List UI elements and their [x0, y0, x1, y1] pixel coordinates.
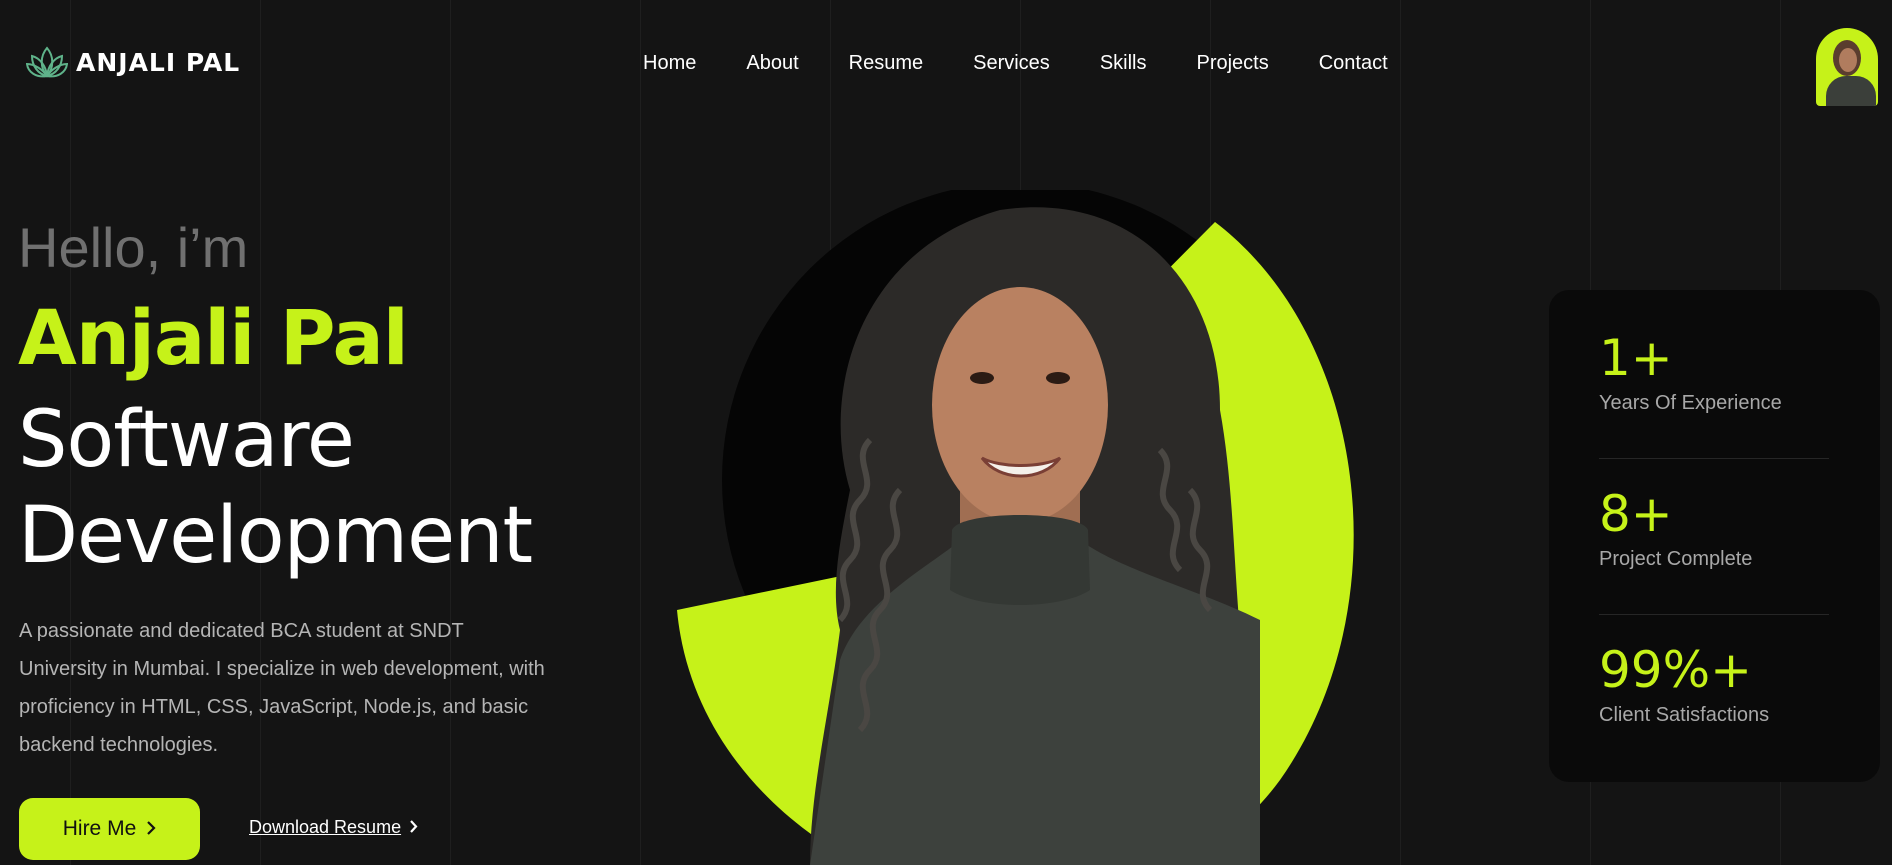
stat-projects: 8+ Project Complete: [1599, 486, 1829, 571]
hire-me-button[interactable]: Hire Me: [19, 798, 200, 860]
hero-description: A passionate and dedicated BCA student a…: [19, 620, 545, 756]
stats-card: 1+ Years Of Experience 8+ Project Comple…: [1549, 290, 1880, 782]
hero-role-line-2: Development: [18, 491, 533, 581]
portrait-eye: [970, 372, 994, 384]
hero-name: Anjali Pal: [18, 293, 409, 382]
portrait-collar: [950, 515, 1090, 605]
grid-line: [1400, 0, 1401, 865]
hero-role-line-1: Software: [18, 395, 355, 485]
logo-text: ANJALI PAL: [76, 47, 241, 77]
download-resume-link[interactable]: Download Resume: [249, 817, 418, 838]
stat-divider: [1599, 458, 1829, 459]
stat-value: 99%+: [1599, 641, 1753, 699]
nav-item-contact[interactable]: Contact: [1319, 52, 1388, 75]
stat-value: 8+: [1599, 485, 1673, 543]
stat-label: Client Satisfactions: [1599, 704, 1770, 726]
avatar[interactable]: [1816, 28, 1878, 106]
portrait-eye: [1046, 372, 1070, 384]
nav-item-services[interactable]: Services: [973, 52, 1050, 75]
chevron-right-icon: [409, 817, 418, 838]
avatar-face: [1839, 48, 1857, 72]
stat-label: Project Complete: [1599, 548, 1753, 570]
nav-item-about[interactable]: About: [746, 52, 798, 75]
hero-role: Software Development: [18, 392, 533, 584]
stat-label: Years Of Experience: [1599, 392, 1782, 414]
hire-me-label: Hire Me: [62, 817, 137, 840]
lotus-icon: [26, 44, 68, 80]
portfolio-page: ANJALI PAL Home About Resume Services Sk…: [0, 0, 1892, 865]
nav-item-home[interactable]: Home: [643, 52, 696, 75]
download-resume-label: Download Resume: [249, 817, 402, 837]
stat-value: 1+: [1599, 329, 1673, 387]
site-logo[interactable]: ANJALI PAL: [26, 44, 240, 80]
chevron-right-icon: [146, 817, 156, 841]
stat-divider: [1599, 614, 1829, 615]
nav-item-projects[interactable]: Projects: [1196, 52, 1268, 75]
hero-portrait: [660, 182, 1400, 865]
portrait-face: [932, 287, 1108, 523]
stat-satisfaction: 99%+ Client Satisfactions: [1599, 642, 1829, 727]
avatar-body: [1826, 76, 1876, 106]
stat-experience: 1+ Years Of Experience: [1599, 330, 1829, 415]
main-nav: Home About Resume Services Skills Projec…: [643, 52, 1388, 75]
grid-line: [640, 0, 641, 865]
nav-item-resume[interactable]: Resume: [849, 52, 923, 75]
nav-item-skills[interactable]: Skills: [1100, 52, 1147, 75]
hero-greeting: Hello, i’m: [18, 216, 249, 279]
